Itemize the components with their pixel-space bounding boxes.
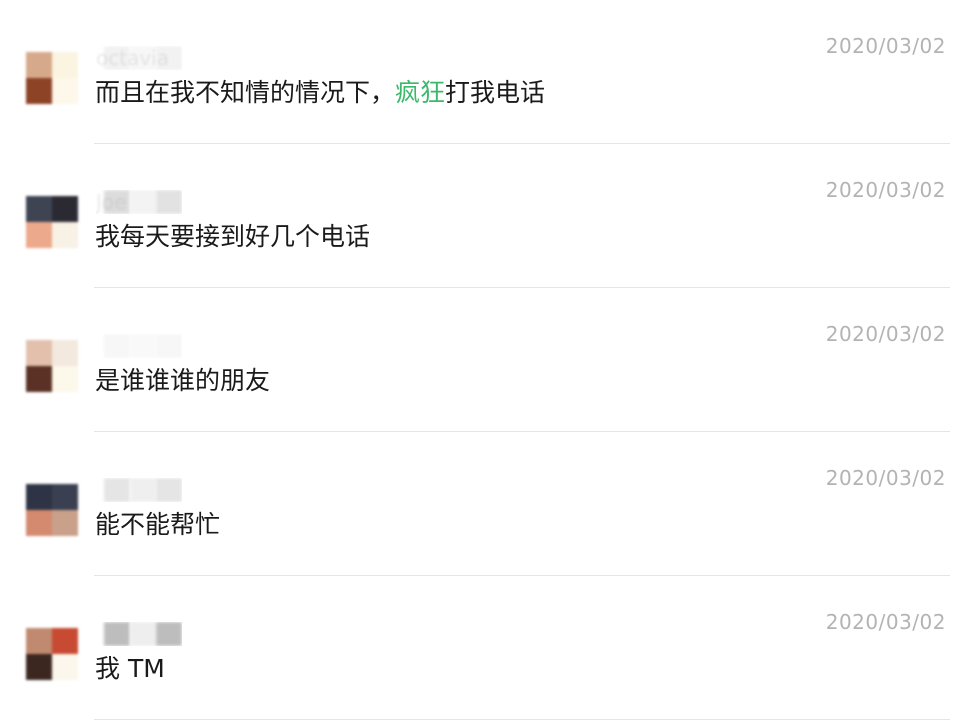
message-text: 是谁谁谁的朋友 [95,366,271,395]
comment-message: 而且在我不知情的情况下，疯狂打我电话 [95,76,545,110]
message-text: 能不能帮忙 [95,510,221,539]
avatar[interactable] [26,52,78,104]
avatar-pixel [52,366,78,392]
comment-message: 是谁谁谁的朋友 [95,364,270,398]
comment-date: 2020/03/02 [825,178,946,202]
author-name-text: octavia [96,46,169,70]
name-mosaic-block [104,478,130,502]
comment-message: 能不能帮忙 [95,508,220,542]
name-mosaic-block [130,622,156,646]
comment-author-name[interactable] [96,622,182,646]
comment-date: 2020/03/02 [825,610,946,634]
name-mosaic-block [130,334,156,358]
comment-item[interactable]: 2020/03/02 是谁谁谁的朋友 [0,288,976,432]
avatar-pixel [52,484,78,510]
avatar-pixel [26,628,52,654]
comment-author-name[interactable] [96,478,182,502]
name-mosaic-block [156,334,182,358]
avatar-pixel [52,222,78,248]
avatar-pixel [26,510,52,536]
avatar-pixel [26,484,52,510]
message-highlight-text: 疯狂 [395,78,446,107]
avatar-pixel [52,510,78,536]
comment-item[interactable]: Joe 2020/03/02 我每天要接到好几个电话 [0,144,976,288]
avatar-pixel [26,366,52,392]
comment-author-name[interactable] [96,334,182,358]
comment-list: octavia 2020/03/02 而且在我不知情的情况下，疯狂打我电话 Joe 20… [0,0,976,720]
name-mosaic-block [104,334,130,358]
avatar-pixel [52,628,78,654]
avatar-pixel [52,196,78,222]
avatar[interactable] [26,628,78,680]
name-mosaic-block [130,190,156,214]
avatar[interactable] [26,196,78,248]
avatar-pixel [26,654,52,680]
avatar-pixel [26,78,52,104]
author-name-text: Joe [96,190,127,214]
comment-message: 我每天要接到好几个电话 [95,220,370,254]
comment-date: 2020/03/02 [825,466,946,490]
name-mosaic-block [156,622,182,646]
comment-message: 我 TM [95,652,165,686]
avatar-pixel [26,222,52,248]
name-mosaic-block [130,478,156,502]
comment-item[interactable]: 2020/03/02 我 TM [0,576,976,720]
avatar-pixel [52,78,78,104]
message-text: 而且在我不知情的情况下， [95,78,396,107]
avatar-pixel [26,340,52,366]
name-mosaic-block [104,622,130,646]
avatar-pixel [52,52,78,78]
comment-item[interactable]: 2020/03/02 能不能帮忙 [0,432,976,576]
name-mosaic-block [156,478,182,502]
avatar[interactable] [26,484,78,536]
comment-item[interactable]: octavia 2020/03/02 而且在我不知情的情况下，疯狂打我电话 [0,0,976,144]
avatar[interactable] [26,340,78,392]
comment-date: 2020/03/02 [825,34,946,58]
comment-author-name[interactable]: Joe [96,190,182,214]
message-text-after: 打我电话 [445,78,546,107]
name-mosaic-block [156,190,182,214]
comment-author-name[interactable]: octavia [96,46,182,70]
message-text: 我每天要接到好几个电话 [95,222,371,251]
comment-date: 2020/03/02 [825,322,946,346]
avatar-pixel [52,340,78,366]
message-text: 我 TM [95,654,165,683]
avatar-pixel [26,196,52,222]
avatar-pixel [26,52,52,78]
avatar-pixel [52,654,78,680]
